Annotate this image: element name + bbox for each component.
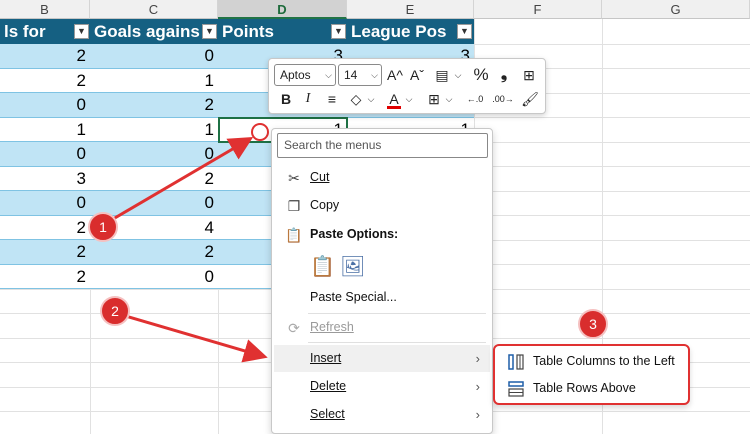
increase-decimal-button[interactable]: ←.0 bbox=[462, 88, 488, 110]
context-menu: Search the menus ✂ Cut ❐ Copy 📋 Paste Op… bbox=[271, 128, 493, 434]
chevron-down-icon[interactable]: ⌵ bbox=[453, 64, 463, 86]
insert-submenu: Table Columns to the Left Table Rows Abo… bbox=[493, 344, 690, 405]
font-color-button[interactable]: A bbox=[385, 88, 403, 110]
menu-item-select[interactable]: Select › bbox=[274, 401, 490, 428]
chevron-down-icon: ⌵ bbox=[325, 70, 332, 80]
search-menus-input[interactable]: Search the menus bbox=[277, 133, 488, 158]
scissors-icon: ✂ bbox=[288, 170, 300, 186]
annotation-badge-3: 3 bbox=[578, 309, 608, 339]
insert-row-icon bbox=[508, 381, 524, 397]
bold-button[interactable]: B bbox=[277, 88, 295, 110]
percent-button[interactable]: % bbox=[471, 64, 491, 86]
menu-item-cut[interactable]: ✂ Cut bbox=[274, 164, 490, 191]
menu-item-paste-special[interactable]: Paste Special... bbox=[274, 284, 490, 311]
chevron-down-icon[interactable]: ⌵ bbox=[444, 88, 454, 110]
chevron-right-icon: › bbox=[475, 351, 480, 366]
chevron-down-icon: ⌵ bbox=[371, 70, 378, 80]
decrease-decimal-button[interactable]: .00→ bbox=[490, 88, 516, 110]
align-center-icon[interactable]: ≡ bbox=[322, 88, 342, 110]
paste-icon[interactable]: 📋 bbox=[310, 254, 335, 280]
format-cells-icon[interactable]: ⊞ bbox=[519, 64, 539, 86]
menu-item-insert[interactable]: Insert › bbox=[274, 345, 490, 372]
copy-icon: ❐ bbox=[287, 198, 301, 214]
cell-highlight-circle bbox=[251, 123, 269, 141]
arrow-to-cell bbox=[107, 136, 254, 224]
menu-item-refresh[interactable]: ⟳ Refresh bbox=[274, 314, 490, 341]
chevron-right-icon: › bbox=[475, 407, 480, 422]
menu-item-table-columns-left[interactable]: Table Columns to the Left bbox=[501, 349, 686, 374]
paste-picture-icon[interactable]: 🖼 bbox=[340, 254, 365, 280]
paste-buttons: 📋 🖼 bbox=[274, 251, 490, 283]
italic-button[interactable]: I bbox=[299, 88, 317, 110]
menu-item-table-rows-above[interactable]: Table Rows Above bbox=[501, 376, 686, 401]
insert-column-icon bbox=[508, 354, 524, 370]
borders-icon[interactable]: ⊞ bbox=[424, 88, 444, 110]
chevron-down-icon[interactable]: ⌵ bbox=[404, 88, 414, 110]
annotation-badge-1: 1 bbox=[88, 212, 118, 242]
font-name-select[interactable]: Aptos ⌵ bbox=[274, 64, 336, 86]
annotation-badge-2: 2 bbox=[100, 296, 130, 326]
menu-item-delete[interactable]: Delete › bbox=[274, 373, 490, 400]
arrow-to-insert bbox=[121, 313, 268, 363]
mini-toolbar: Aptos ⌵ 14 ⌵ A^ Aˇ ▤ ⌵ % ❟ ⊞ B I ≡ ◇ ⌵ A ⌵… bbox=[268, 58, 546, 114]
number-format-icon[interactable]: ▤ bbox=[431, 64, 453, 86]
menu-item-copy[interactable]: ❐ Copy bbox=[274, 192, 490, 219]
fill-color-icon[interactable]: ◇ bbox=[346, 88, 366, 110]
comma-style-button[interactable]: ❟ bbox=[495, 64, 513, 86]
chevron-right-icon: › bbox=[475, 379, 480, 394]
paste-options-heading: 📋 Paste Options: bbox=[285, 227, 399, 243]
clipboard-icon: 📋 bbox=[285, 227, 303, 243]
shrink-font-button[interactable]: Aˇ bbox=[408, 64, 426, 86]
grow-font-button[interactable]: A^ bbox=[386, 64, 404, 86]
font-size-select[interactable]: 14 ⌵ bbox=[338, 64, 382, 86]
refresh-icon: ⟳ bbox=[288, 320, 300, 336]
format-painter-icon[interactable]: 🖌 bbox=[520, 88, 540, 110]
chevron-down-icon[interactable]: ⌵ bbox=[366, 88, 376, 110]
